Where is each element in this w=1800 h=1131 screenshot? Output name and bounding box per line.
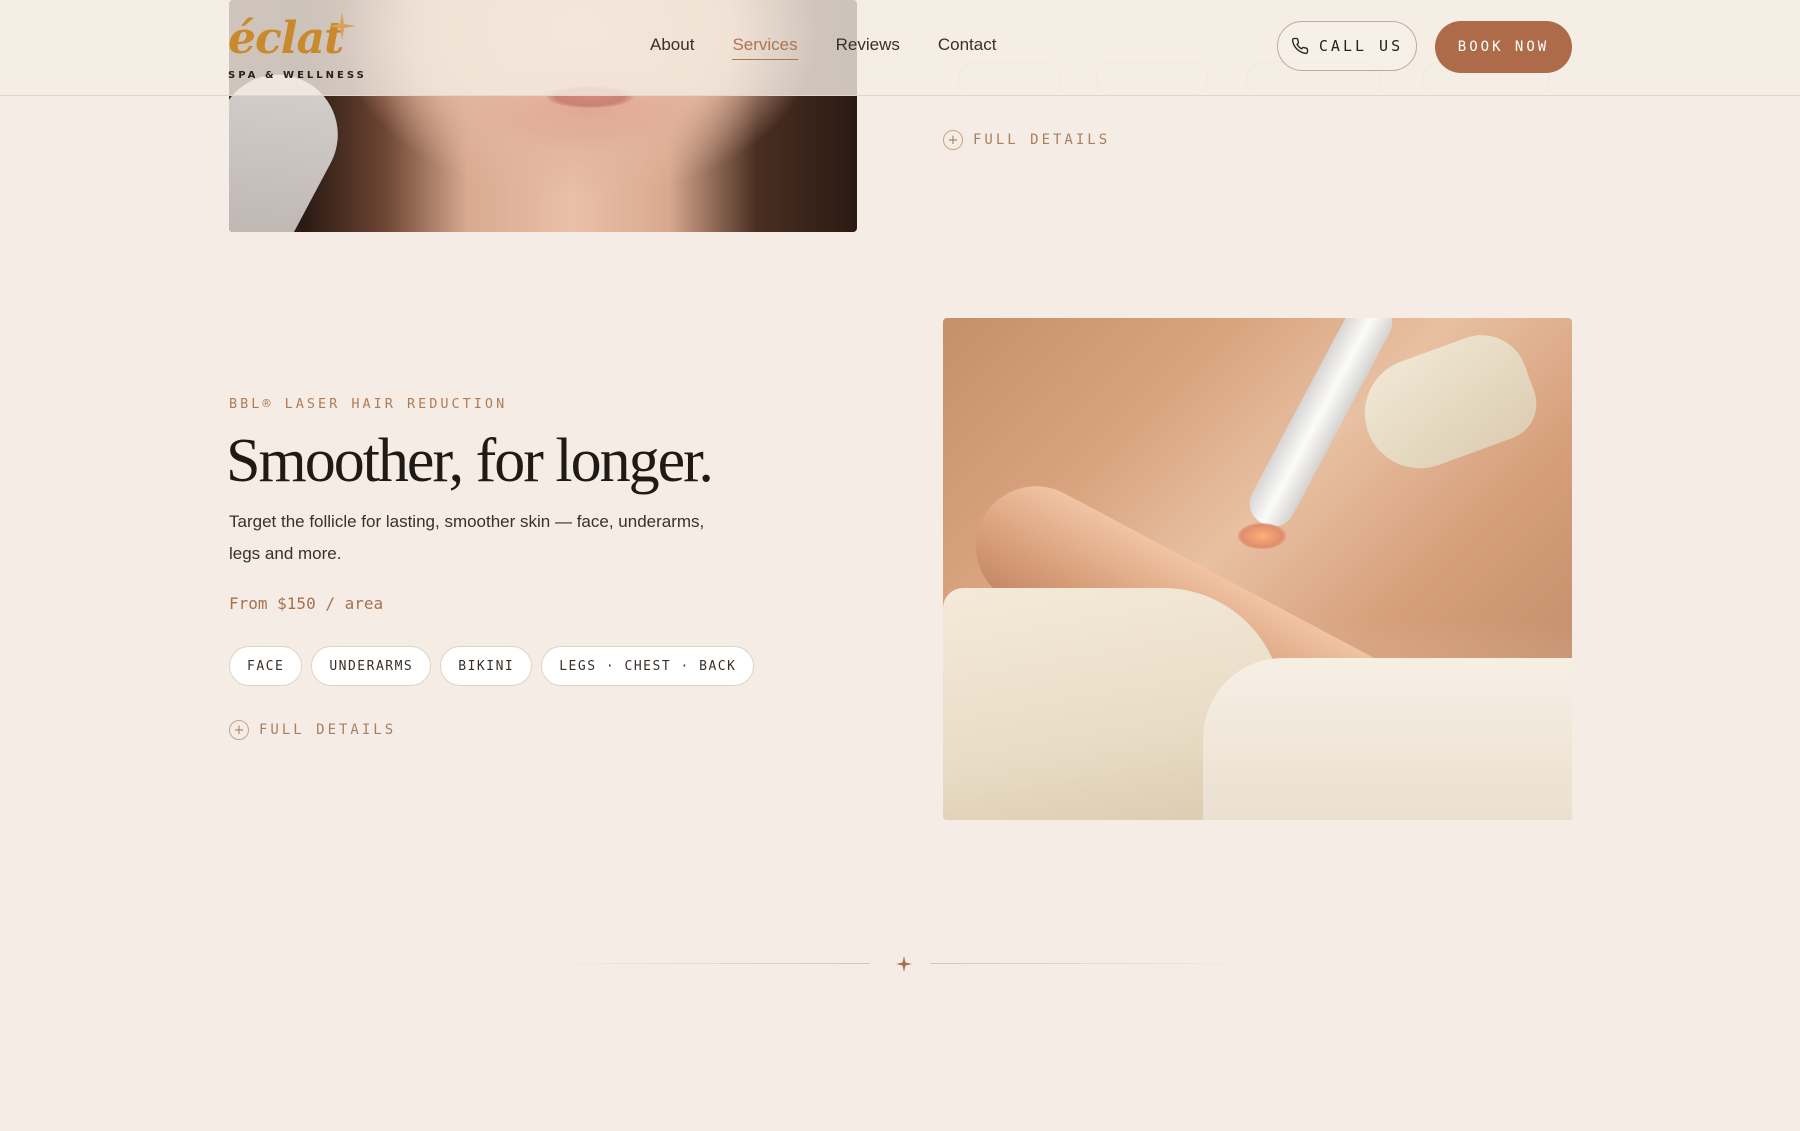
- nav-about[interactable]: About: [650, 35, 694, 60]
- call-us-button[interactable]: CALL US: [1277, 21, 1417, 71]
- book-now-label: BOOK NOW: [1457, 39, 1550, 55]
- phone-icon: [1291, 37, 1309, 55]
- area-pill-face[interactable]: FACE: [229, 646, 303, 686]
- area-pill-legs-chest-back[interactable]: LEGS · CHEST · BACK: [541, 646, 755, 686]
- area-pill-underarms[interactable]: UNDERARMS: [311, 646, 432, 686]
- cloth-shape: [1203, 658, 1572, 820]
- logo-wordmark: éclat: [228, 13, 344, 64]
- main-nav: About Services Reviews Contact: [650, 35, 996, 60]
- call-us-label: CALL US: [1318, 37, 1404, 55]
- full-details-label: FULL DETAILS: [259, 722, 397, 738]
- nav-contact[interactable]: Contact: [938, 35, 997, 60]
- divider-line-right: [930, 963, 1270, 964]
- book-now-button[interactable]: BOOK NOW: [1435, 21, 1572, 73]
- service-eyebrow: BBL® LASER HAIR REDUCTION: [229, 396, 508, 412]
- section-divider: [530, 952, 1280, 976]
- nav-services[interactable]: Services: [732, 35, 798, 60]
- full-details-label: FULL DETAILS: [973, 132, 1111, 148]
- service-price: From $150 / area: [229, 594, 384, 613]
- laser-glow-shape: [1238, 523, 1286, 549]
- plus-circle-icon: +: [229, 720, 249, 740]
- service-headline: Smoother, for longer.: [226, 427, 714, 495]
- plus-circle-icon: +: [943, 130, 963, 150]
- nav-reviews[interactable]: Reviews: [836, 35, 900, 60]
- service-description: Target the follicle for lasting, smoothe…: [229, 512, 705, 563]
- sparkle-icon: [328, 12, 356, 40]
- previous-full-details-link[interactable]: + FULL DETAILS: [943, 130, 1110, 150]
- sparkle-icon: [896, 956, 912, 972]
- service-photo-laser: [943, 318, 1572, 820]
- area-pill-bikini[interactable]: BIKINI: [440, 646, 533, 686]
- site-header: éclat SPA & WELLNESS About Services Revi…: [0, 0, 1800, 96]
- divider-line-left: [530, 963, 870, 964]
- laser-full-details-link[interactable]: + FULL DETAILS: [229, 720, 396, 740]
- logo-tagline: SPA & WELLNESS: [228, 70, 367, 81]
- logo[interactable]: éclat SPA & WELLNESS: [228, 12, 364, 84]
- treatment-area-pills: FACE UNDERARMS BIKINI LEGS · CHEST · BAC…: [229, 646, 755, 686]
